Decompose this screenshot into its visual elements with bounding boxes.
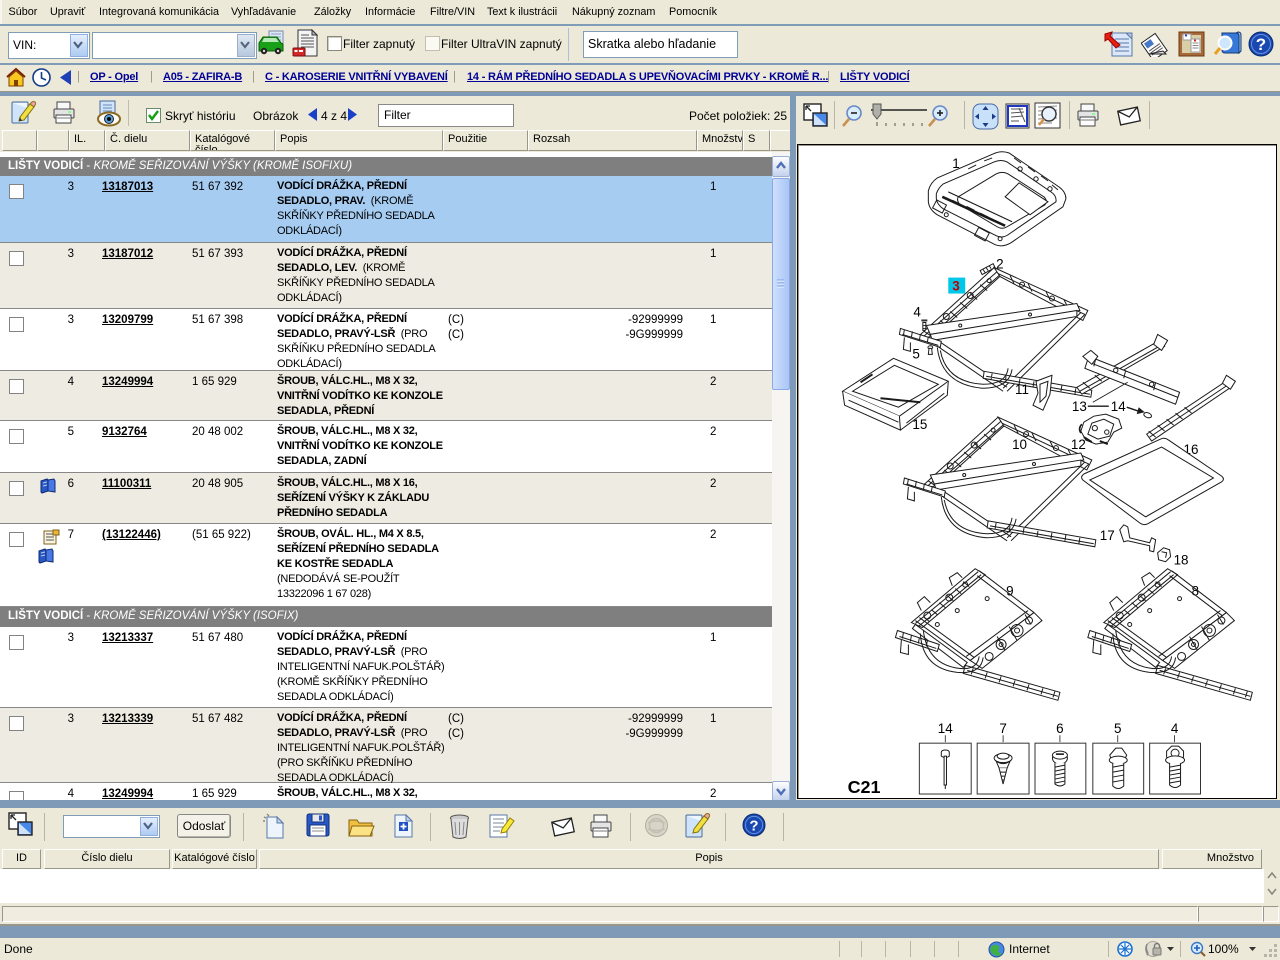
svg-text:?: ? xyxy=(1256,35,1266,54)
svg-text:11: 11 xyxy=(1015,382,1029,397)
svg-text:4: 4 xyxy=(913,304,921,319)
svg-text:C21: C21 xyxy=(848,777,881,797)
svg-text:12: 12 xyxy=(1071,437,1086,452)
svg-text:4: 4 xyxy=(1171,721,1179,736)
svg-text:5: 5 xyxy=(1114,721,1121,736)
svg-text:14: 14 xyxy=(938,721,953,736)
svg-text:5: 5 xyxy=(912,346,919,361)
svg-text:15: 15 xyxy=(912,417,927,432)
svg-text:18: 18 xyxy=(1174,553,1189,568)
svg-text:13: 13 xyxy=(1072,399,1087,414)
svg-text:14: 14 xyxy=(1111,399,1126,414)
svg-text:?: ? xyxy=(749,818,758,835)
svg-text:6: 6 xyxy=(1056,721,1063,736)
svg-text:3: 3 xyxy=(952,279,959,294)
svg-text:10: 10 xyxy=(1012,437,1027,452)
svg-text:7: 7 xyxy=(999,721,1006,736)
svg-text:17: 17 xyxy=(1100,528,1115,543)
